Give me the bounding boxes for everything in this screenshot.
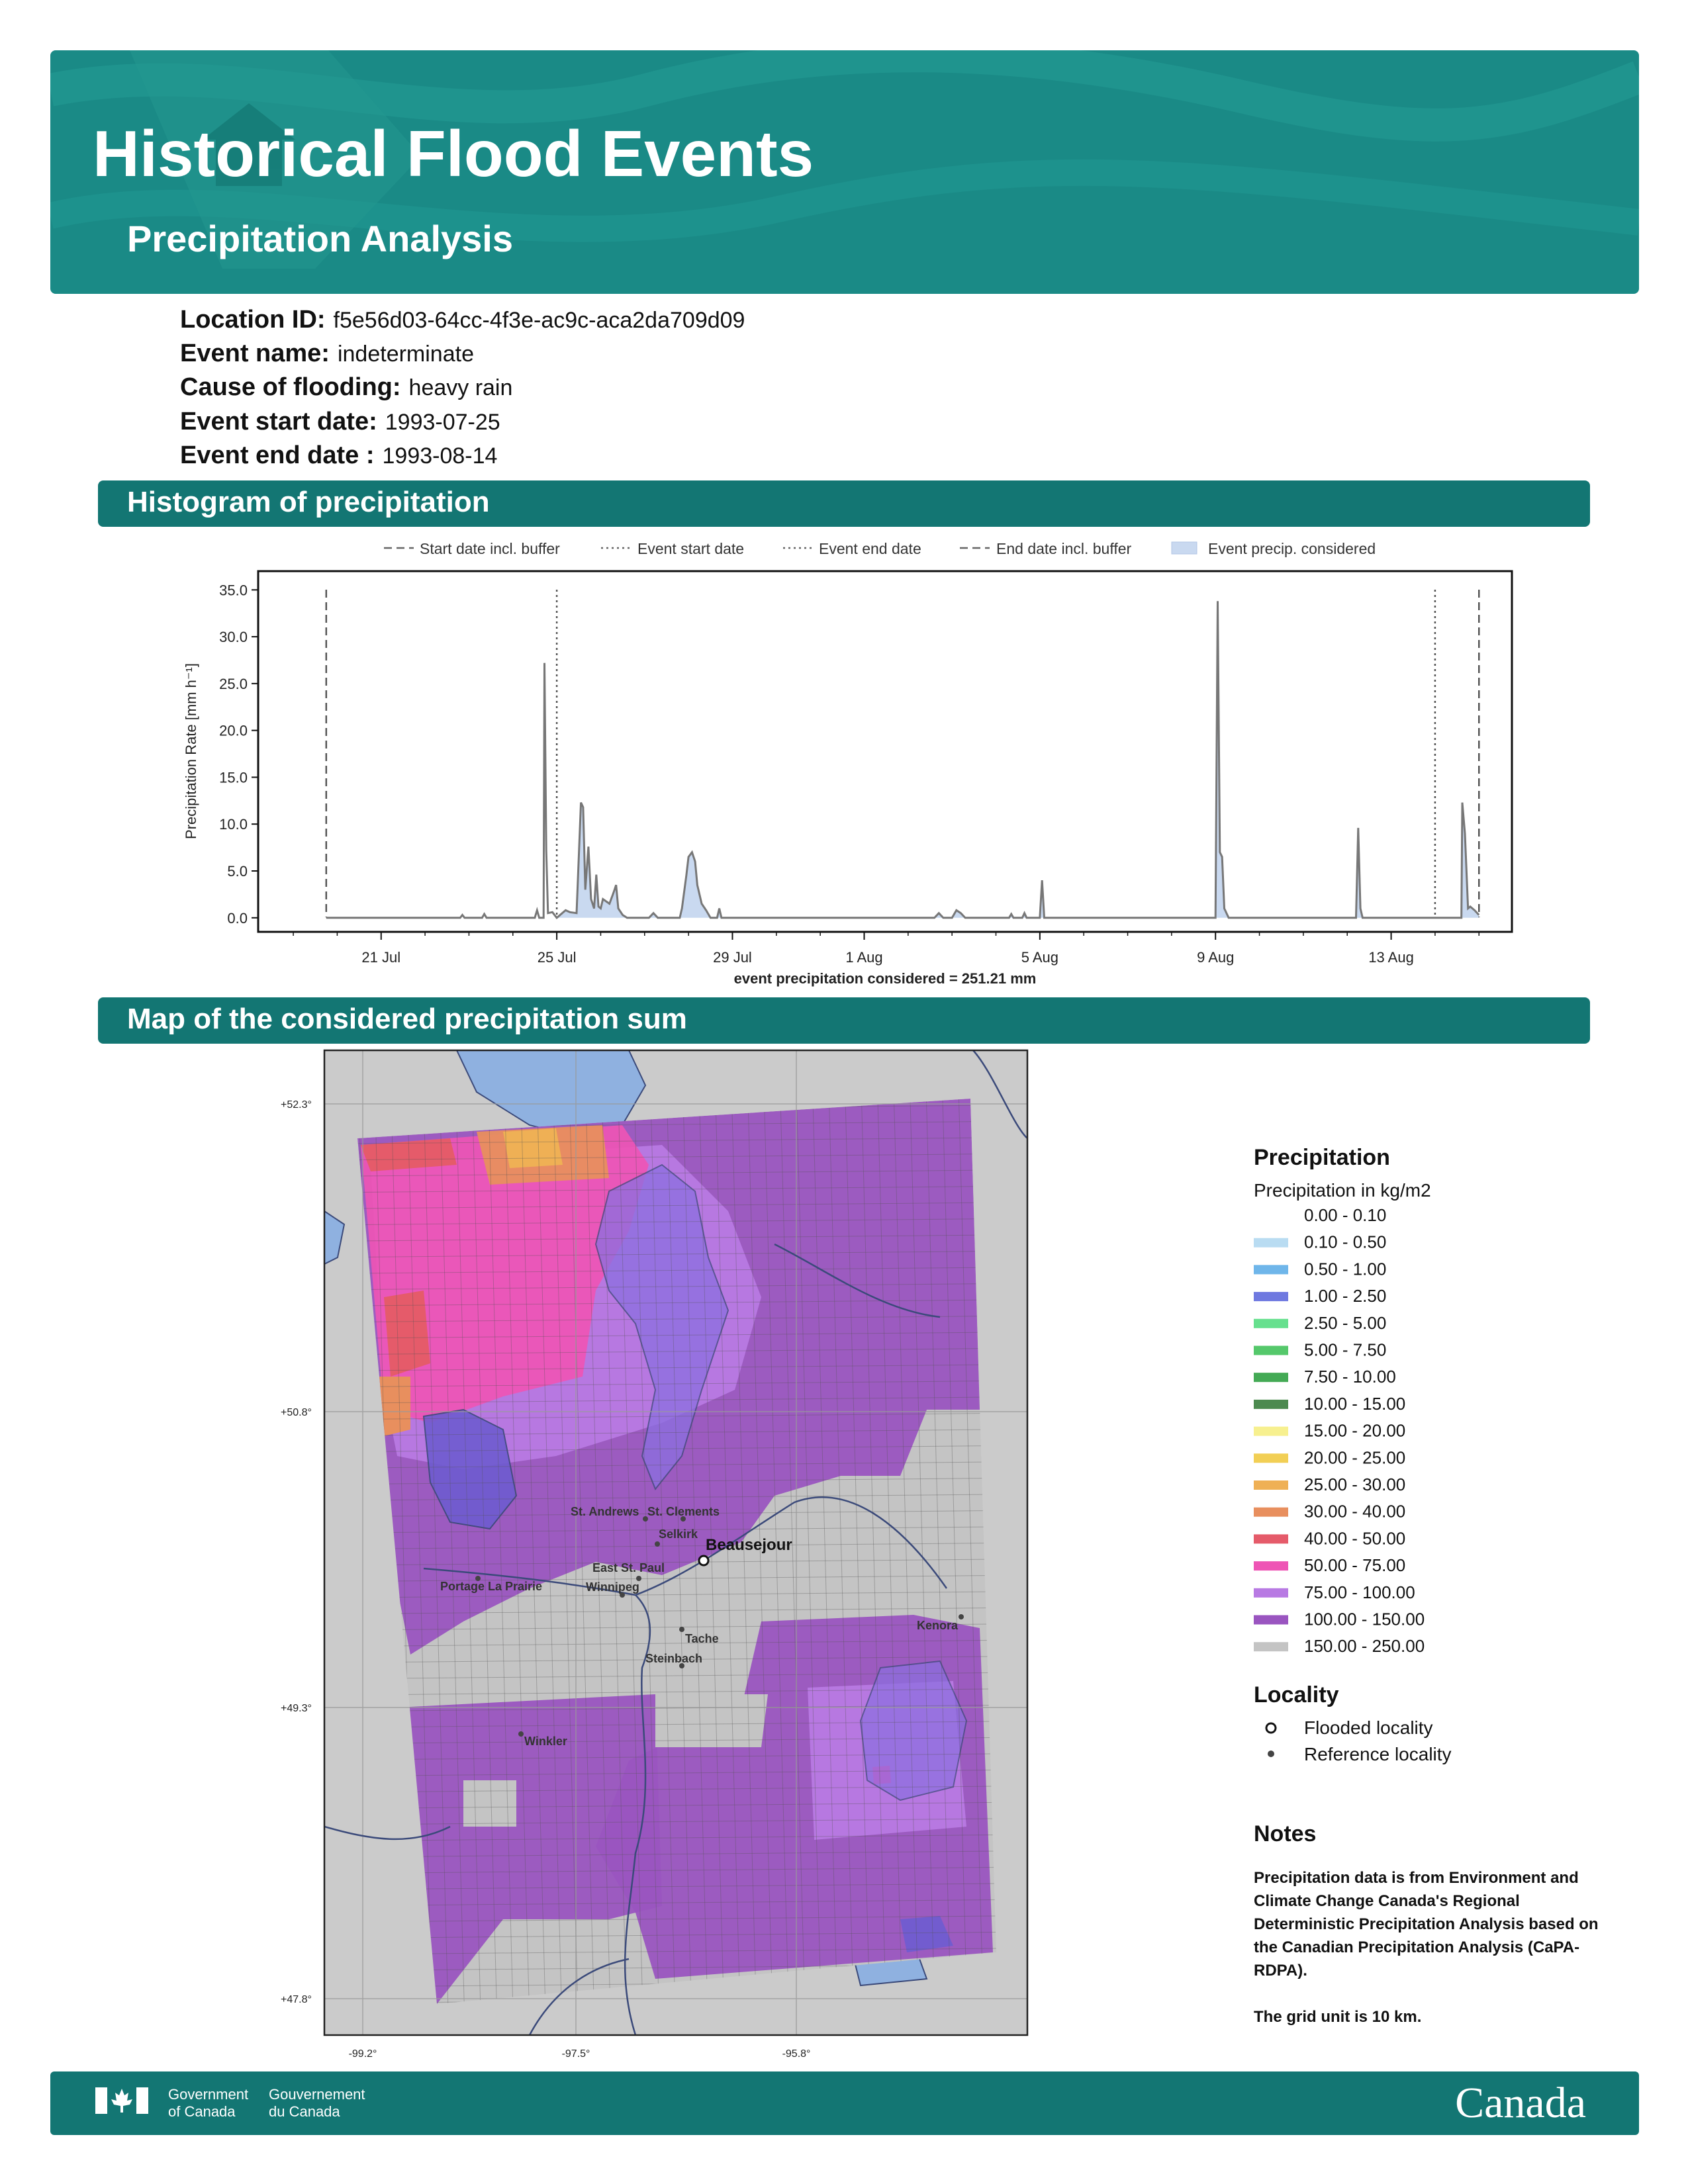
legend-swatch [1254,1373,1288,1383]
legend-swatch [1254,1507,1288,1517]
svg-text:+47.8°: +47.8° [281,1994,312,2005]
gov-fr: Gouvernement du Canada [269,2086,365,2120]
loc-st-andrews: St. Andrews [571,1505,639,1518]
legend-class-label: 50.00 - 75.00 [1304,1555,1405,1575]
loc-portage: Portage La Prairie [440,1580,542,1593]
precipitation-map: St. Andrews St. Clements Selkirk East St… [281,1049,1452,2060]
legend-flooded: Flooded locality [1304,1717,1433,1738]
loc-east-st-paul: East St. Paul [592,1561,665,1574]
loc-winnipeg: Winnipeg [586,1580,639,1594]
notes-title: Notes [1254,1821,1316,1846]
legend-class-label: 0.00 - 0.10 [1304,1205,1386,1225]
legend-class-label: 0.10 - 0.50 [1304,1232,1386,1252]
legend-swatch [1254,1238,1288,1248]
legend-class-label: 10.00 - 15.00 [1304,1394,1405,1414]
legend-swatch [1254,1480,1288,1490]
svg-text:+52.3°: +52.3° [281,1099,312,1111]
legend-reference: Reference locality [1304,1744,1452,1764]
canada-wordmark: Canada [1455,2079,1586,2127]
legend-swatch [1254,1534,1288,1544]
reference-marker-icon [1268,1751,1274,1757]
legend-class-label: 5.00 - 7.50 [1304,1340,1386,1360]
legend-class-label: 40.00 - 50.00 [1304,1528,1405,1548]
legend-swatch [1254,1345,1288,1355]
legend-swatch [1254,1588,1288,1598]
footer: Government of Canada Gouvernement du Canad… [50,2071,1639,2135]
notes-text: Precipitation data is from Environment a… [1254,1869,1599,2026]
legend-class-label: 0.50 - 1.00 [1304,1259,1386,1279]
loc-kenora: Kenora [917,1619,959,1632]
svg-text:+49.3°: +49.3° [281,1703,312,1714]
legend-swatch [1254,1318,1288,1328]
legend-class-label: 150.00 - 250.00 [1304,1636,1425,1656]
legend-swatch [1254,1399,1288,1409]
legend-class-label: 7.50 - 10.00 [1304,1367,1396,1387]
legend-class-label: 30.00 - 40.00 [1304,1502,1405,1522]
legend-class-label: 15.00 - 20.00 [1304,1421,1405,1441]
loc-beausejour: Beausejour [706,1536,792,1554]
legend-precip-title: Precipitation [1254,1145,1390,1170]
legend-swatch [1254,1453,1288,1463]
svg-text:+50.8°: +50.8° [281,1407,312,1418]
legend-class-label: 2.50 - 5.00 [1304,1313,1386,1333]
loc-selkirk: Selkirk [659,1527,698,1541]
svg-text:-95.8°: -95.8° [782,2048,811,2060]
legend-swatch [1254,1615,1288,1625]
loc-tache: Tache [685,1632,719,1645]
loc-winkler: Winkler [524,1735,567,1748]
canada-flag-icon [95,2087,148,2114]
legend-class-label: 100.00 - 150.00 [1304,1610,1425,1629]
svg-text:-99.2°: -99.2° [349,2048,377,2060]
legend-class-label: 20.00 - 25.00 [1304,1447,1405,1467]
legend-swatch [1254,1265,1288,1275]
legend-swatch [1254,1642,1288,1652]
legend-swatch [1254,1561,1288,1571]
loc-st-clements: St. Clements [647,1505,720,1518]
legend-swatch [1254,1292,1288,1302]
flooded-marker-icon [1265,1722,1277,1734]
loc-steinbach: Steinbach [645,1652,702,1665]
legend-class-label: 75.00 - 100.00 [1304,1582,1415,1602]
legend-class-label: 25.00 - 30.00 [1304,1475,1405,1494]
svg-text:-97.5°: -97.5° [562,2048,590,2060]
legend-precip-subtitle: Precipitation in kg/m2 [1254,1180,1431,1201]
map-legend: Precipitation Precipitation in kg/m2 0.0… [1254,1145,1452,1846]
gov-en: Government of Canada [168,2086,249,2120]
legend-locality-title: Locality [1254,1682,1339,1707]
legend-swatch [1254,1426,1288,1436]
legend-class-label: 1.00 - 2.50 [1304,1286,1386,1306]
